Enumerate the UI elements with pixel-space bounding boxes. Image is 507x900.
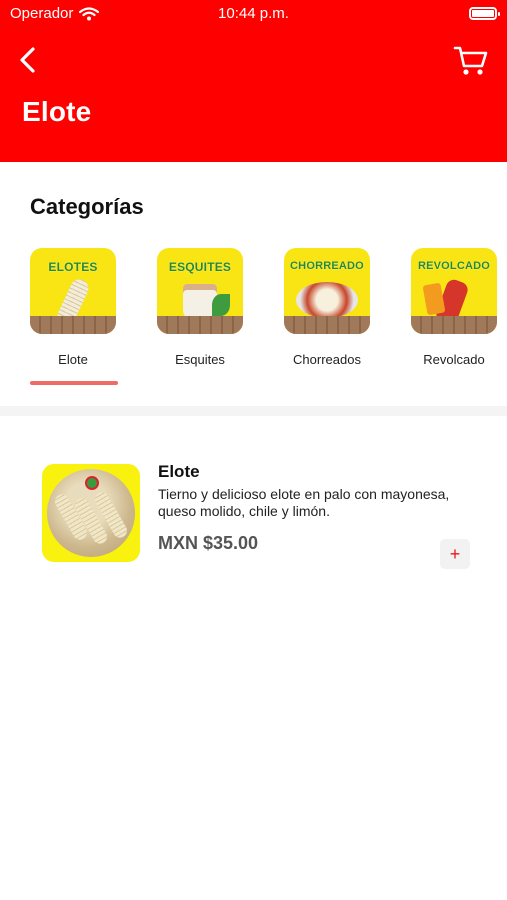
product-price: MXN $35.00 [158,533,259,553]
chips-bag-shape [422,282,446,316]
add-to-cart-button[interactable]: + [440,539,470,569]
back-button[interactable] [14,44,44,76]
product-name: Elote [158,462,200,481]
categories-title: Categorías [30,194,144,219]
page-title: Elote [22,96,92,127]
wood-table-shape [157,316,243,334]
category-label: Revolcado [423,352,485,367]
category-image-revolcado: REVOLCADO [411,248,497,334]
category-image-text: REVOLCADO [417,260,491,272]
app-header: Operador 10:44 p.m. Elote [0,0,507,162]
status-bar: Operador 10:44 p.m. [0,0,507,28]
section-divider [0,406,507,416]
plate-shape [296,282,358,318]
category-carousel[interactable]: ELOTES Elote ESQUITES Esquites CHORREADO… [0,248,507,388]
category-label: Chorreados [293,352,361,367]
cart-button[interactable] [453,42,489,78]
category-chorreados[interactable]: CHORREADO Chorreados [272,248,382,367]
category-elote[interactable]: ELOTES Elote [18,248,128,367]
category-image-text: ELOTES [48,260,98,274]
chevron-left-icon [20,47,35,73]
wood-table-shape [411,316,497,334]
category-esquites[interactable]: ESQUITES Esquites [145,248,255,367]
category-label: Elote [58,352,88,367]
leaf-shape [212,294,230,316]
selected-category-indicator [30,381,118,385]
wood-table-shape [30,316,116,334]
product-image [42,464,140,562]
category-revolcado[interactable]: REVOLCADO Revolcado [399,248,507,367]
battery-icon [469,7,500,20]
category-image-chorreados: CHORREADO [284,248,370,334]
brand-logo-icon [85,476,99,490]
status-time: 10:44 p.m. [218,5,289,22]
wood-table-shape [284,316,370,334]
cart-icon [453,46,488,75]
product-card[interactable]: Elote Tierno y delicioso elote en palo c… [42,462,472,572]
category-image-text: ESQUITES [168,260,232,274]
category-image-elote: ELOTES [30,248,116,334]
category-label: Esquites [175,352,225,367]
category-image-text: CHORREADO [290,260,364,272]
category-image-esquites: ESQUITES [157,248,243,334]
product-description: Tierno y delicioso elote en palo con may… [158,486,450,519]
